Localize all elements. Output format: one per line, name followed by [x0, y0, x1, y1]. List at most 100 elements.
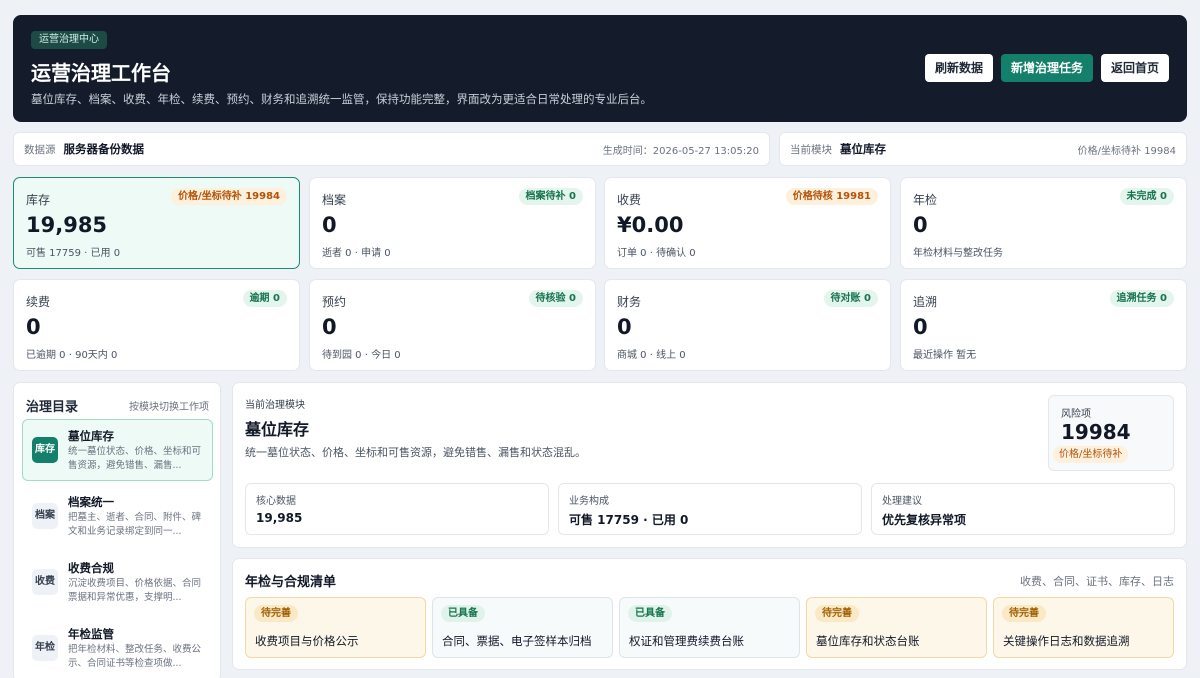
home-button[interactable]: 返回首页	[1100, 54, 1169, 82]
sidebar-item-desc: 把年检材料、整改任务、收费公示、合同证书等检查项做...	[68, 644, 202, 669]
stat-card-inventory[interactable]: 库存 价格/坐标待补 19984 19,985 可售 17759 · 已用 0	[13, 177, 300, 269]
status-badge: 价格待核 19981	[785, 188, 878, 205]
header-actions: 刷新数据 新增治理任务 返回首页	[924, 54, 1169, 82]
status-badge: 价格/坐标待补 19984	[171, 188, 287, 205]
governance-sidebar: 治理目录 按模块切换工作项 库存 墓位库存 统一墓位状态、价格、坐标和可售资源，…	[13, 382, 221, 678]
panel-eyebrow: 当前治理模块	[245, 400, 305, 411]
checklist-item-label: 收费项目与价格公示	[255, 634, 359, 648]
module-bar: 当前模块 墓位库存 价格/坐标待补 19984	[779, 132, 1187, 166]
sidebar-item-label: 年检监管	[68, 627, 114, 641]
metric-core: 核心数据 19,985	[245, 483, 549, 535]
refresh-button[interactable]: 刷新数据	[924, 54, 993, 82]
status-badge: 待完善	[1002, 605, 1046, 622]
module-note: 价格/坐标待补 19984	[1077, 145, 1176, 157]
panel-description: 统一墓位状态、价格、坐标和可售资源，避免错售、漏售和状态混乱。	[245, 446, 586, 459]
stat-card-inspection[interactable]: 年检 未完成 0 0 年检材料与整改任务	[900, 177, 1187, 269]
checklist-hint: 收费、合同、证书、库存、日志	[1020, 575, 1174, 588]
stat-label: 收费	[617, 193, 642, 207]
stat-label: 库存	[26, 193, 51, 207]
sidebar-item-desc: 沉淀收费项目、价格依据、合同票据和异常优惠，支撑明...	[68, 578, 202, 603]
metric-label: 业务构成	[569, 496, 609, 507]
compliance-checklist: 年检与合规清单 收费、合同、证书、库存、日志 待完善 收费项目与价格公示 已具备…	[232, 558, 1187, 670]
sidebar-item-label: 收费合规	[68, 561, 114, 575]
checklist-item[interactable]: 待完善 收费项目与价格公示	[245, 597, 426, 658]
stat-sub: 最近操作 暂无	[913, 350, 977, 361]
stat-value: 0	[322, 213, 337, 237]
stat-sub: 待到园 0 · 今日 0	[322, 350, 401, 361]
inspection-icon: 年检	[32, 635, 58, 661]
sidebar-item-label: 墓位库存	[68, 429, 114, 443]
status-badge: 待核验 0	[528, 290, 583, 307]
checklist-item-label: 墓位库存和状态台账	[816, 634, 920, 648]
stat-value: 0	[322, 315, 337, 339]
stat-sub: 已逾期 0 · 90天内 0	[26, 350, 118, 361]
checklist-item-label: 合同、票据、电子签样本归档	[442, 634, 592, 648]
stat-sub: 逝者 0 · 申请 0	[322, 248, 391, 259]
metric-label: 处理建议	[882, 496, 922, 507]
module-panel: 当前治理模块 墓位库存 统一墓位状态、价格、坐标和可售资源，避免错售、漏售和状态…	[232, 382, 1187, 548]
risk-box: 风险项 19984 价格/坐标待补	[1048, 395, 1174, 471]
page-title: 运营治理工作台	[31, 61, 171, 85]
metric-value: 优先复核异常项	[882, 513, 967, 527]
module-label: 当前模块	[790, 143, 832, 156]
sidebar-item-desc: 把墓主、逝者、合同、附件、碑文和业务记录绑定到同一...	[68, 512, 202, 537]
status-badge: 待完善	[815, 605, 859, 622]
stat-label: 年检	[913, 193, 938, 207]
status-badge: 待对账 0	[823, 290, 878, 307]
metric-value: 19,985	[256, 511, 303, 525]
page-subtitle: 墓位库存、档案、收费、年检、续费、预约、财务和追溯统一监管，保持功能完整，界面改…	[31, 92, 652, 106]
stat-card-archive[interactable]: 档案 档案待补 0 0 逝者 0 · 申请 0	[309, 177, 596, 269]
checklist-item[interactable]: 待完善 墓位库存和状态台账	[806, 597, 987, 658]
sidebar-item-inventory[interactable]: 库存 墓位库存 统一墓位状态、价格、坐标和可售资源，避免错售、漏售...	[22, 419, 213, 481]
stat-sub: 年检材料与整改任务	[913, 248, 1003, 259]
sidebar-item-label: 档案统一	[68, 495, 114, 509]
risk-tag: 价格/坐标待补	[1053, 446, 1129, 463]
sidebar-item-inspection[interactable]: 年检 年检监管 把年检材料、整改任务、收费公示、合同证书等检查项做...	[22, 617, 213, 678]
checklist-item[interactable]: 待完善 关键操作日志和数据追溯	[993, 597, 1174, 658]
add-task-button[interactable]: 新增治理任务	[1000, 54, 1093, 82]
checklist-item-label: 权证和管理费续费台账	[629, 634, 744, 648]
header-badge: 运营治理中心	[31, 31, 107, 49]
sidebar-item-fees[interactable]: 收费 收费合规 沉淀收费项目、价格依据、合同票据和异常优惠，支撑明...	[22, 551, 213, 613]
status-badge: 追溯任务 0	[1109, 290, 1174, 307]
stat-label: 追溯	[913, 295, 938, 309]
status-badge: 已具备	[628, 605, 672, 622]
metric-composition: 业务构成 可售 17759 · 已用 0	[558, 483, 862, 535]
stat-sub: 可售 17759 · 已用 0	[26, 248, 121, 259]
stat-card-trace[interactable]: 追溯 追溯任务 0 0 最近操作 暂无	[900, 279, 1187, 371]
source-value: 服务器备份数据	[63, 142, 145, 156]
sidebar-item-archive[interactable]: 档案 档案统一 把墓主、逝者、合同、附件、碑文和业务记录绑定到同一...	[22, 485, 213, 547]
header-banner: 运营治理中心 运营治理工作台 墓位库存、档案、收费、年检、续费、预约、财务和追溯…	[13, 15, 1187, 122]
stat-sub: 订单 0 · 待确认 0	[617, 248, 696, 259]
status-badge: 已具备	[441, 605, 485, 622]
stat-label: 财务	[617, 295, 642, 309]
panel-title: 墓位库存	[245, 420, 310, 439]
risk-label: 风险项	[1061, 409, 1091, 420]
stat-card-renewal[interactable]: 续费 逾期 0 0 已逾期 0 · 90天内 0	[13, 279, 300, 371]
status-badge: 待完善	[254, 605, 298, 622]
stat-sub: 商城 0 · 线上 0	[617, 350, 686, 361]
status-badge: 逾期 0	[242, 290, 287, 307]
checklist-item-label: 关键操作日志和数据追溯	[1003, 634, 1130, 648]
metric-label: 核心数据	[256, 496, 296, 507]
sidebar-hint: 按模块切换工作项	[129, 402, 209, 413]
stat-value: 0	[26, 315, 41, 339]
stat-card-finance[interactable]: 财务 待对账 0 0 商城 0 · 线上 0	[604, 279, 891, 371]
metric-value: 可售 17759 · 已用 0	[569, 513, 689, 527]
inventory-icon: 库存	[32, 437, 58, 463]
stat-value: ¥0.00	[617, 213, 684, 237]
stat-label: 档案	[322, 193, 347, 207]
stat-value: 0	[617, 315, 632, 339]
status-badge: 未完成 0	[1119, 188, 1174, 205]
checklist-title: 年检与合规清单	[245, 575, 337, 590]
stat-card-fees[interactable]: 收费 价格待核 19981 ¥0.00 订单 0 · 待确认 0	[604, 177, 891, 269]
source-label: 数据源	[24, 143, 56, 156]
module-value: 墓位库存	[840, 142, 886, 156]
checklist-item[interactable]: 已具备 合同、票据、电子签样本归档	[432, 597, 613, 658]
risk-value: 19984	[1061, 420, 1131, 444]
stat-label: 续费	[26, 295, 51, 309]
checklist-item[interactable]: 已具备 权证和管理费续费台账	[619, 597, 800, 658]
generated-time: 生成时间：2026-05-27 13:05:20	[602, 145, 759, 157]
stat-card-booking[interactable]: 预约 待核验 0 0 待到园 0 · 今日 0	[309, 279, 596, 371]
stat-value: 0	[913, 315, 928, 339]
